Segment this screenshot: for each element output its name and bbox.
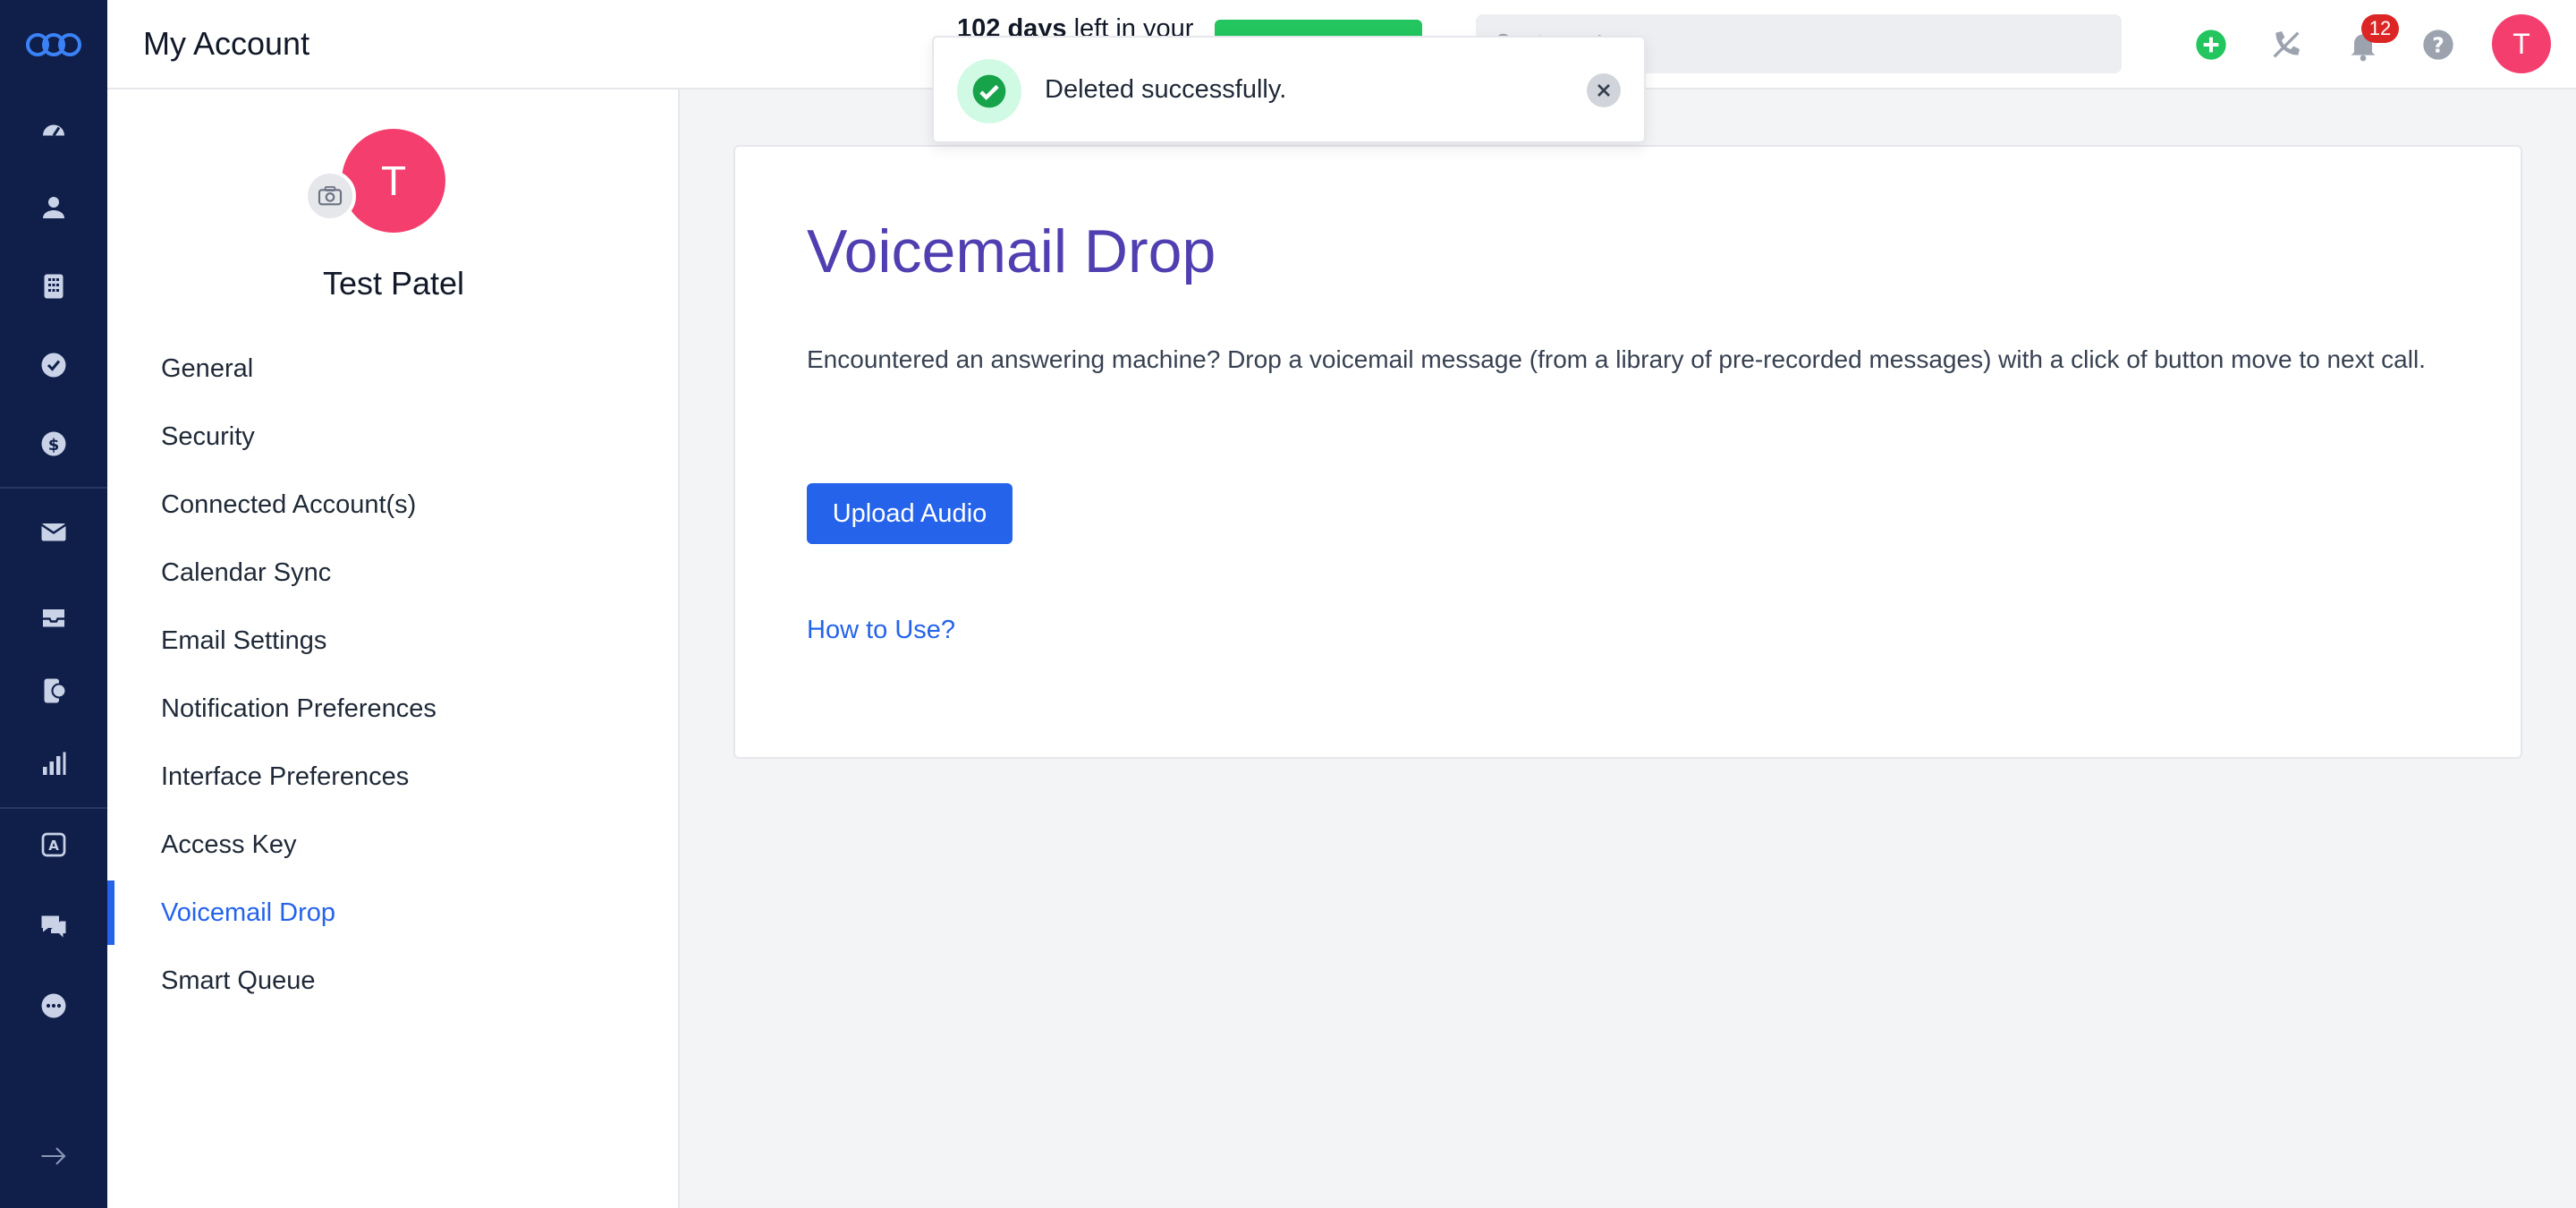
automation-icon[interactable]: A bbox=[32, 823, 75, 866]
add-icon[interactable] bbox=[2191, 25, 2231, 64]
page-title: My Account bbox=[143, 25, 310, 62]
menu-item-interface-preferences[interactable]: Interface Preferences bbox=[161, 757, 409, 796]
phone-chat-icon[interactable] bbox=[32, 669, 75, 712]
svg-text:A: A bbox=[48, 838, 59, 854]
check-icon bbox=[957, 59, 1021, 123]
menu-item-access-key[interactable]: Access Key bbox=[161, 825, 297, 864]
success-toast: Deleted successfully. bbox=[932, 36, 1646, 143]
more-icon[interactable] bbox=[32, 984, 75, 1027]
menu-item-smart-queue[interactable]: Smart Queue bbox=[161, 961, 315, 1000]
menu-item-calendar-sync[interactable]: Calendar Sync bbox=[161, 553, 331, 592]
profile-avatar: T bbox=[342, 129, 445, 233]
menu-item-connected-accounts[interactable]: Connected Account(s) bbox=[161, 485, 416, 524]
inbox-icon[interactable] bbox=[32, 596, 75, 639]
deals-icon[interactable]: $ bbox=[32, 422, 75, 465]
rail-divider bbox=[0, 807, 107, 809]
menu-item-voicemail-drop[interactable]: Voicemail Drop bbox=[161, 893, 335, 932]
reports-icon[interactable] bbox=[32, 743, 75, 786]
svg-text:?: ? bbox=[2432, 32, 2445, 57]
menu-item-general[interactable]: General bbox=[161, 349, 253, 388]
tasks-icon[interactable] bbox=[32, 344, 75, 387]
toast-message: Deleted successfully. bbox=[1045, 75, 1287, 104]
dialpad-icon[interactable] bbox=[32, 265, 75, 308]
left-nav-rail: $ A bbox=[0, 0, 107, 1208]
email-icon[interactable] bbox=[32, 510, 75, 553]
user-avatar[interactable]: T bbox=[2492, 14, 2551, 73]
dashboard-icon[interactable] bbox=[32, 107, 75, 150]
profile-name: Test Patel bbox=[322, 265, 465, 302]
upload-audio-button[interactable]: Upload Audio bbox=[807, 483, 1013, 544]
section-title: Voicemail Drop bbox=[807, 217, 1216, 285]
logo-icon[interactable] bbox=[25, 27, 82, 63]
active-indicator bbox=[107, 880, 114, 945]
menu-item-email-settings[interactable]: Email Settings bbox=[161, 621, 326, 660]
help-icon[interactable]: ? bbox=[2419, 25, 2458, 64]
section-description: Encountered an answering machine? Drop a… bbox=[807, 345, 2426, 373]
camera-icon[interactable] bbox=[304, 170, 356, 222]
expand-icon[interactable] bbox=[32, 1135, 75, 1178]
rail-divider bbox=[0, 487, 107, 489]
close-icon[interactable] bbox=[1587, 73, 1621, 107]
contacts-icon[interactable] bbox=[32, 186, 75, 229]
notification-badge: 12 bbox=[2361, 14, 2399, 43]
svg-text:$: $ bbox=[48, 436, 60, 455]
menu-item-notification-preferences[interactable]: Notification Preferences bbox=[161, 689, 436, 728]
voicemail-drop-card: Voicemail Drop Encountered an answering … bbox=[733, 145, 2522, 759]
account-sidebar: T Test Patel General Security Connected … bbox=[107, 89, 680, 1208]
messages-icon[interactable] bbox=[32, 904, 75, 947]
dialer-icon[interactable] bbox=[2267, 25, 2306, 64]
how-to-use-link[interactable]: How to Use? bbox=[807, 616, 955, 645]
menu-item-security[interactable]: Security bbox=[161, 417, 255, 456]
